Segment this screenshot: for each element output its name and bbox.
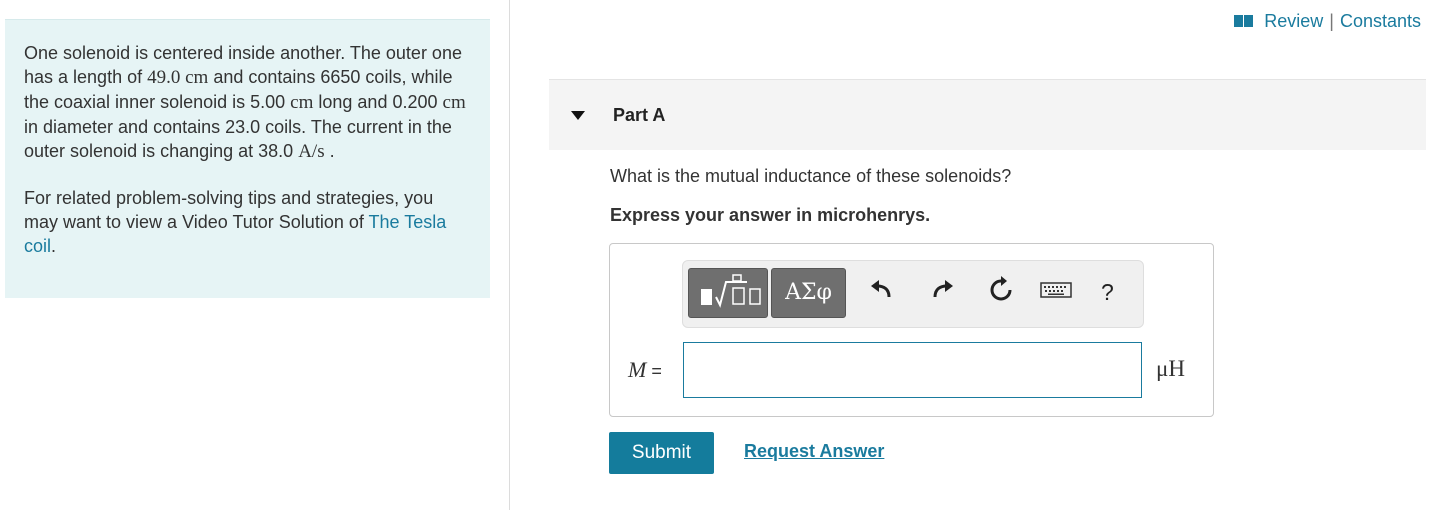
answer-area: ΑΣφ ? M = μH <box>609 243 1214 417</box>
keyboard-icon[interactable] <box>1039 275 1073 305</box>
question-text: What is the mutual inductance of these s… <box>610 166 1012 186</box>
tips-end: . <box>51 236 57 256</box>
math-toolbar: ΑΣφ ? <box>682 260 1144 328</box>
answer-variable-label: M = <box>628 357 662 383</box>
review-constants-bar: Review | Constants <box>1234 11 1421 32</box>
tips-paragraph: For related problem-solving tips and str… <box>24 186 470 258</box>
header-separator: | <box>1329 11 1334 31</box>
problem-math: 49.0 cm <box>147 67 209 88</box>
templates-icon <box>701 274 761 308</box>
variable-symbol: M <box>628 357 647 382</box>
templates-button[interactable] <box>688 268 768 318</box>
caret-down-icon[interactable] <box>571 111 585 120</box>
equals-sign: = <box>646 361 662 381</box>
problem-statement: One solenoid is centered inside another.… <box>24 41 470 164</box>
part-title: Part A <box>613 105 666 125</box>
constants-link[interactable]: Constants <box>1340 11 1421 32</box>
unit-label: μH <box>1156 356 1185 381</box>
problem-text: long and 0.200 <box>313 92 443 112</box>
part-a-header[interactable]: Part A <box>549 79 1426 150</box>
book-icon <box>1234 14 1254 29</box>
problem-math: A/s <box>298 141 325 162</box>
undo-icon[interactable] <box>867 275 897 305</box>
redo-icon[interactable] <box>927 275 957 305</box>
problem-math: cm <box>442 92 466 113</box>
answer-input[interactable] <box>683 342 1142 398</box>
help-icon[interactable]: ? <box>1101 279 1131 309</box>
instruction-text: Express your answer in microhenrys. <box>610 205 931 225</box>
review-link[interactable]: Review <box>1264 11 1323 32</box>
problem-panel: One solenoid is centered inside another.… <box>5 19 490 298</box>
greek-symbols-button[interactable]: ΑΣφ <box>771 268 846 318</box>
request-answer-link[interactable]: Request Answer <box>744 441 884 462</box>
problem-math: cm <box>290 92 314 113</box>
problem-text: . <box>324 141 335 161</box>
problem-text: in diameter and contains 23.0 coils. The… <box>24 117 452 161</box>
panel-divider <box>509 0 510 510</box>
submit-button[interactable]: Submit <box>609 432 714 474</box>
reset-icon[interactable] <box>986 275 1016 305</box>
